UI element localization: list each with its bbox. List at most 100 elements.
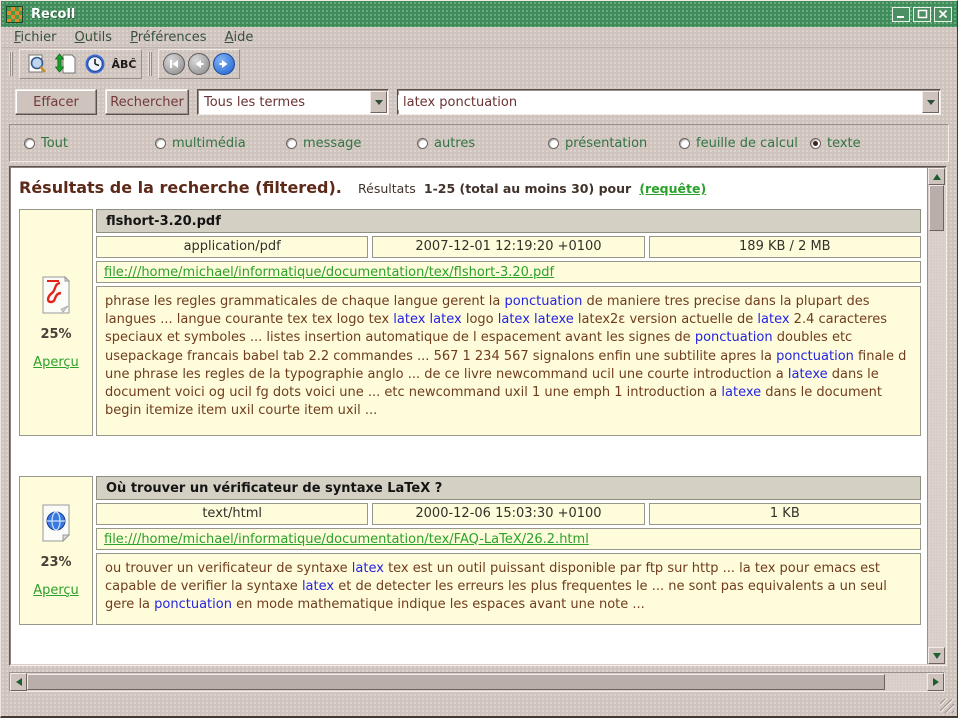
menu-outils[interactable]: Outils <box>66 28 122 47</box>
radio-tout[interactable] <box>24 138 35 149</box>
radio-feuille-de-calcul[interactable] <box>679 138 690 149</box>
snippet-text: latex2ε version actuelle de <box>574 312 758 327</box>
next-page-button[interactable] <box>213 53 235 75</box>
search-mode-dropdown-button[interactable] <box>370 91 387 113</box>
horizontal-scrollbar-thumb[interactable] <box>27 674 885 690</box>
result-date: 2007-12-01 12:19:20 +0100 <box>372 236 644 258</box>
query-link[interactable]: (requête) <box>639 181 706 196</box>
menu-preferences[interactable]: Préférences <box>121 28 215 47</box>
category-filter-panel: Tout multimédia message autres présentat… <box>9 124 949 162</box>
horizontal-scrollbar-track[interactable] <box>885 673 927 691</box>
results-title: Résultats de la recherche (filtered). <box>19 178 342 197</box>
filter-presentation[interactable]: présentation <box>548 136 679 151</box>
horizontal-scrollbar[interactable] <box>9 672 945 692</box>
term-explorer-button[interactable]: ÂBĈ <box>111 52 137 76</box>
vertical-scrollbar[interactable] <box>927 168 945 664</box>
term-explorer-icon: ÂBĈ <box>112 58 137 71</box>
arrow-up-icon <box>933 174 941 180</box>
results-count-prefix: Résultats <box>358 181 416 196</box>
radio-texte[interactable] <box>810 138 821 149</box>
result-mime-type: text/html <box>96 503 368 525</box>
title-bar: Recoll <box>1 1 957 27</box>
status-bar <box>1 692 957 716</box>
close-icon <box>938 9 948 19</box>
maximize-button[interactable] <box>913 7 931 22</box>
document-preview-button[interactable] <box>24 52 50 76</box>
preview-link[interactable]: Aperçu <box>33 355 79 370</box>
preview-link[interactable]: Aperçu <box>33 583 79 598</box>
toolbar-group-nav <box>158 49 240 79</box>
snippet-text: logo <box>462 312 498 327</box>
highlighted-term: ponctuation <box>695 330 773 345</box>
pdf-file-icon[interactable] <box>40 276 72 314</box>
search-mode-select[interactable]: Tous les termes <box>197 89 389 115</box>
chevron-down-icon <box>927 100 935 105</box>
html-file-icon[interactable] <box>40 504 72 542</box>
result-title[interactable]: flshort-3.20.pdf <box>96 209 921 233</box>
result-2-meta: text/html 2000-12-06 15:03:30 +0100 1 KB <box>96 503 921 525</box>
menu-bar: Fichier Outils Préférences Aide <box>1 27 957 48</box>
resize-grip[interactable] <box>940 699 954 713</box>
maximize-icon <box>917 9 928 19</box>
menu-fichier[interactable]: Fichier <box>5 28 66 47</box>
highlighted-term: latexe <box>788 367 828 382</box>
toolbar-group-main: ÂBĈ <box>19 49 142 79</box>
filter-multimedia[interactable]: multimédia <box>155 136 286 151</box>
radio-multimedia[interactable] <box>155 138 166 149</box>
scroll-left-button[interactable] <box>10 673 27 691</box>
results-area: Résultats de la recherche (filtered). Ré… <box>10 167 946 665</box>
vertical-scrollbar-track[interactable] <box>928 231 945 647</box>
result-2-main: Où trouver un vérificateur de syntaxe La… <box>96 476 921 625</box>
snippet-text: en mode mathematique indique les espaces… <box>232 597 645 612</box>
result-mime-type: application/pdf <box>96 236 368 258</box>
filter-tout[interactable]: Tout <box>24 136 155 151</box>
radio-message[interactable] <box>286 138 297 149</box>
result-snippet: phrase les regles grammaticales de chaqu… <box>96 286 921 436</box>
first-page-button[interactable] <box>163 53 185 75</box>
search-history-dropdown-button[interactable] <box>922 91 939 113</box>
search-query-input[interactable] <box>398 95 921 110</box>
toolbar-grip[interactable] <box>148 52 152 76</box>
result-url-cell: file:///home/michael/informatique/docume… <box>96 528 921 550</box>
clear-button[interactable]: Effacer <box>15 89 97 115</box>
arrow-left-icon <box>16 678 22 686</box>
result-title[interactable]: Où trouver un vérificateur de syntaxe La… <box>96 476 921 500</box>
sort-document-button[interactable] <box>53 52 79 76</box>
search-controls: Effacer Rechercher Tous les termes <box>15 89 941 115</box>
highlighted-term: ponctuation <box>776 349 854 364</box>
result-row-2: 23% Aperçu Où trouver un vérificateur de… <box>19 476 921 625</box>
menu-aide[interactable]: Aide <box>216 28 263 47</box>
results-header: Résultats de la recherche (filtered). Ré… <box>11 168 927 197</box>
snippet-text: ou trouver un verificateur de syntaxe <box>105 561 352 576</box>
result-url-link[interactable]: file:///home/michael/informatique/docume… <box>104 532 589 547</box>
minimize-icon <box>896 10 906 19</box>
filter-message[interactable]: message <box>286 136 417 151</box>
result-url-cell: file:///home/michael/informatique/docume… <box>96 261 921 283</box>
highlighted-term: latex latex <box>393 312 461 327</box>
vertical-scrollbar-thumb[interactable] <box>929 185 944 231</box>
result-size: 189 KB / 2 MB <box>649 236 921 258</box>
radio-autres[interactable] <box>417 138 428 149</box>
filter-feuille-de-calcul[interactable]: feuille de calcul <box>679 136 810 151</box>
radio-presentation[interactable] <box>548 138 559 149</box>
search-button[interactable]: Rechercher <box>105 89 189 115</box>
scroll-up-button[interactable] <box>928 168 945 185</box>
result-url-link[interactable]: file:///home/michael/informatique/docume… <box>104 265 554 280</box>
highlighted-term: ponctuation <box>154 597 232 612</box>
previous-page-button[interactable] <box>188 53 210 75</box>
scroll-down-button[interactable] <box>928 647 945 664</box>
arrow-right-icon <box>933 678 939 686</box>
sort-document-icon <box>54 52 78 76</box>
scroll-right-button[interactable] <box>927 673 944 691</box>
filter-autres[interactable]: autres <box>417 136 548 151</box>
toolbar-grip[interactable] <box>9 52 13 76</box>
close-button[interactable] <box>934 7 952 22</box>
window-controls <box>892 7 952 22</box>
previous-page-icon <box>193 58 205 70</box>
sort-by-date-button[interactable] <box>82 52 108 76</box>
next-page-icon <box>218 58 230 70</box>
filter-texte[interactable]: texte <box>810 136 861 151</box>
minimize-button[interactable] <box>892 7 910 22</box>
result-date: 2000-12-06 15:03:30 +0100 <box>372 503 644 525</box>
search-mode-value: Tous les termes <box>198 95 369 110</box>
